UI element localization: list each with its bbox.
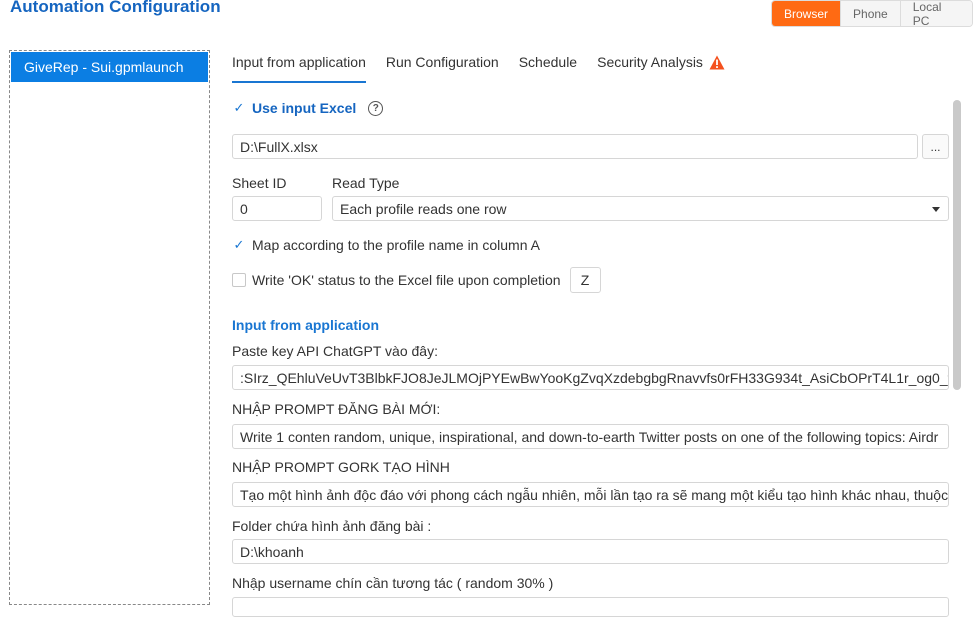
write-ok-row: Write 'OK' status to the Excel file upon… xyxy=(232,267,601,293)
write-ok-label: Write 'OK' status to the Excel file upon… xyxy=(252,272,561,288)
app-title: Automation Configuration xyxy=(10,0,221,16)
mode-phone-button[interactable]: Phone xyxy=(841,1,901,26)
chevron-down-icon xyxy=(932,207,940,212)
map-profile-label: Map according to the profile name in col… xyxy=(252,237,540,253)
use-excel-label: Use input Excel xyxy=(252,100,357,116)
field-label: NHẬP PROMPT ĐĂNG BÀI MỚI: xyxy=(232,401,441,417)
read-type-value: Each profile reads one row xyxy=(340,200,507,217)
use-excel-row: ✓ Use input Excel ? xyxy=(232,100,384,116)
excel-file-path-input[interactable]: D:\FullX.xlsx xyxy=(232,134,918,159)
mode-local-pc-button[interactable]: Local PC xyxy=(900,1,972,26)
post-prompt-input[interactable]: Write 1 conten random, unique, inspirati… xyxy=(232,424,949,449)
tab-label: Security Analysis xyxy=(597,54,703,70)
username-input[interactable] xyxy=(232,597,949,617)
tab-bar: Input from application Run Configuration… xyxy=(232,50,745,83)
field-label: Paste key API ChatGPT vào đây: xyxy=(232,343,438,359)
field-label: Nhập username chín cần tương tác ( rando… xyxy=(232,575,554,591)
section-title: Input from application xyxy=(232,317,379,333)
tab-label: Input from application xyxy=(232,54,366,70)
content-scrollbar[interactable] xyxy=(953,100,961,390)
tab-schedule[interactable]: Schedule xyxy=(519,50,577,81)
help-icon[interactable]: ? xyxy=(368,100,384,116)
tab-run-configuration[interactable]: Run Configuration xyxy=(386,50,499,81)
profile-list: GiveRep - Sui.gpmlaunch xyxy=(9,50,210,605)
tab-label: Schedule xyxy=(518,54,578,70)
browse-file-button[interactable]: ... xyxy=(922,134,949,159)
tab-input-from-application[interactable]: Input from application xyxy=(232,50,366,83)
read-type-select[interactable]: Each profile reads one row xyxy=(332,196,949,221)
map-profile-row: ✓ Map according to the profile name in c… xyxy=(232,237,540,253)
mode-switch: Browser Phone Local PC xyxy=(771,0,973,27)
map-profile-checkbox[interactable]: ✓ xyxy=(232,237,246,252)
mode-browser-button[interactable]: Browser xyxy=(772,1,842,26)
image-folder-input[interactable]: D:\khoanh xyxy=(232,539,949,564)
api-key-input[interactable]: :SIrz_QEhluVeUvT3BlbkFJO8JeJLMOjPYEwBwYo… xyxy=(232,365,949,390)
write-ok-checkbox[interactable] xyxy=(232,273,246,287)
field-label: NHẬP PROMPT GORK TẠO HÌNH xyxy=(232,459,450,475)
sheet-id-input[interactable]: 0 xyxy=(232,196,322,221)
tab-label: Run Configuration xyxy=(385,54,499,70)
image-prompt-input[interactable]: Tạo một hình ảnh độc đáo với phong cách … xyxy=(232,482,949,507)
write-ok-column-input[interactable]: Z xyxy=(569,267,601,293)
sheet-id-label: Sheet ID xyxy=(232,175,287,191)
read-type-label: Read Type xyxy=(332,175,400,191)
use-excel-checkbox[interactable]: ✓ xyxy=(232,100,246,115)
profile-item[interactable]: GiveRep - Sui.gpmlaunch xyxy=(11,52,208,82)
field-label: Folder chứa hình ảnh đăng bài : xyxy=(232,518,432,534)
warning-icon xyxy=(709,55,725,69)
tab-security-analysis[interactable]: Security Analysis xyxy=(597,50,725,81)
